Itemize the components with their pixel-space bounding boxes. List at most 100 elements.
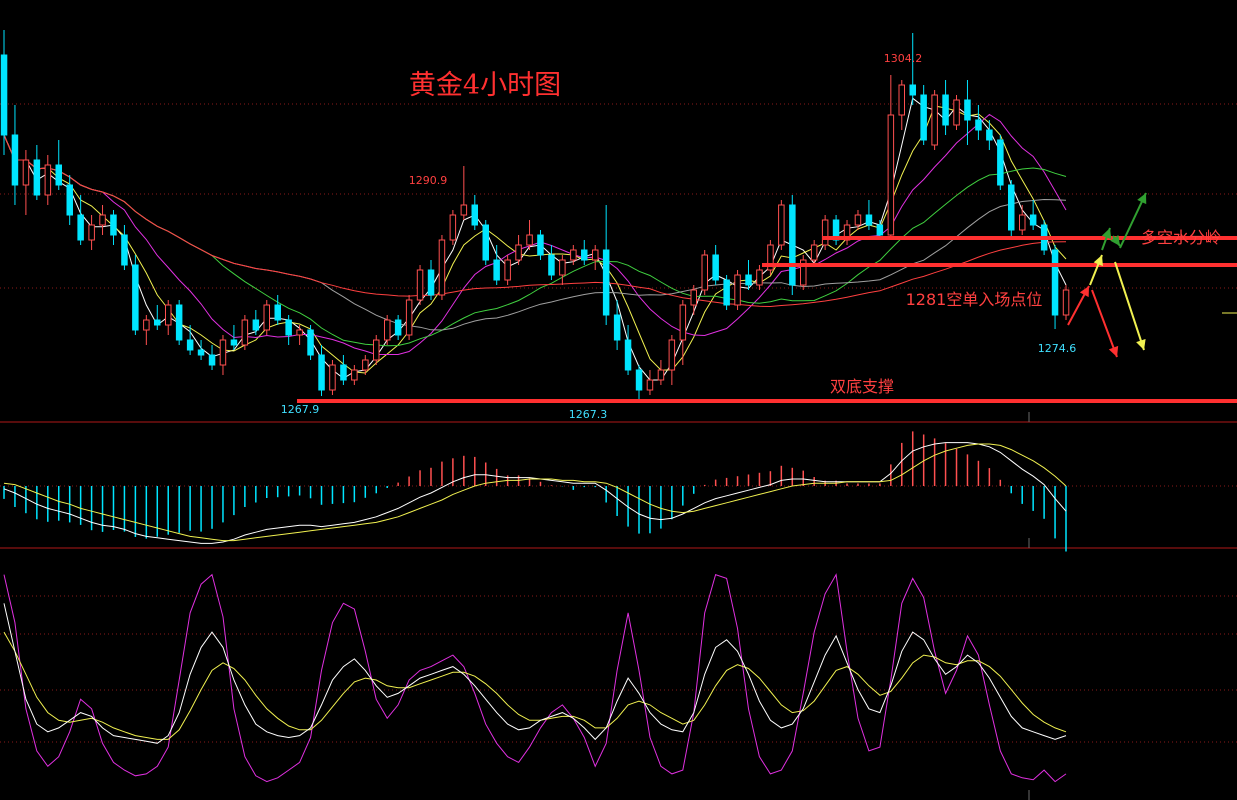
price-label-low-2: 1267.3 xyxy=(569,408,608,421)
candle xyxy=(778,200,785,250)
candle xyxy=(307,325,314,360)
candle-body xyxy=(876,224,884,236)
candle-body xyxy=(865,214,873,226)
candle-body xyxy=(559,259,566,276)
candle-body xyxy=(1019,214,1026,231)
candle xyxy=(701,250,708,295)
candle-body xyxy=(219,339,227,366)
candle-body xyxy=(230,339,238,346)
candle-body xyxy=(515,244,522,261)
candle-body xyxy=(121,234,128,266)
candle xyxy=(931,90,938,150)
candle-body xyxy=(778,204,785,246)
chart-title: 黄金4小时图 xyxy=(409,70,561,101)
candle xyxy=(734,270,741,310)
candle-body xyxy=(110,214,117,236)
candle-body xyxy=(898,84,905,116)
candle xyxy=(504,255,511,285)
candle-body xyxy=(821,219,829,246)
candle xyxy=(537,230,544,260)
candle xyxy=(175,300,183,345)
candle-body xyxy=(920,94,927,141)
candle-body xyxy=(745,274,752,286)
candle-body xyxy=(537,234,544,256)
candle-body xyxy=(416,269,424,301)
level-label-bull-bear: 多空水分岭 xyxy=(1141,228,1221,247)
candle-body xyxy=(646,379,654,391)
candle-body xyxy=(351,369,358,381)
candle xyxy=(416,265,424,305)
candle-body xyxy=(296,329,303,336)
candle-body xyxy=(734,274,741,306)
candle-body xyxy=(175,304,183,341)
candle-body xyxy=(701,254,708,291)
candle-body xyxy=(657,369,665,381)
candle-body xyxy=(0,54,8,136)
candle-body xyxy=(690,289,697,306)
candle-body xyxy=(241,319,249,346)
candle xyxy=(789,195,796,295)
candle-body xyxy=(964,99,971,121)
candle-body xyxy=(613,314,621,341)
candle-body xyxy=(132,264,139,331)
candle xyxy=(821,215,829,250)
candle-body xyxy=(931,94,938,146)
level-label-short-entry: 1281空单入场点位 xyxy=(906,290,1043,309)
candle-body xyxy=(712,254,719,281)
candle-body xyxy=(405,299,413,336)
price-label-mid-high: 1290.9 xyxy=(409,174,448,187)
candle-body xyxy=(362,359,369,371)
candle-body xyxy=(449,214,457,241)
candle-body xyxy=(154,319,161,326)
candle-body xyxy=(1051,249,1059,316)
candle-body xyxy=(33,159,41,196)
candle xyxy=(767,240,774,275)
candle xyxy=(438,235,446,300)
price-label-low-1: 1267.9 xyxy=(281,403,320,416)
candle-body xyxy=(624,339,632,371)
candle-body xyxy=(165,304,172,326)
level-label-double-bottom: 双底支撑 xyxy=(830,377,894,396)
candle xyxy=(263,300,270,335)
candle xyxy=(832,215,840,245)
candle xyxy=(723,275,730,310)
candle-body xyxy=(953,99,960,126)
candle xyxy=(953,95,960,130)
candle-body xyxy=(143,319,150,331)
gold-4h-chart: 黄金4小时图 1304.2 1290.9 1267.9 1267.3 1274.… xyxy=(0,0,1237,800)
candle-body xyxy=(526,234,533,246)
candle-body xyxy=(581,249,588,261)
candle-body xyxy=(460,204,468,216)
candle-body xyxy=(318,354,325,391)
candle-body xyxy=(427,269,435,296)
candle xyxy=(329,360,336,395)
candle-body xyxy=(22,159,30,186)
candle-body xyxy=(252,319,260,331)
candle-body xyxy=(1008,184,1015,231)
candle-body xyxy=(635,369,643,391)
candle-body xyxy=(854,214,862,226)
candle-body xyxy=(373,339,380,361)
candle-body xyxy=(679,304,687,341)
candle-body xyxy=(384,319,391,341)
candle-body xyxy=(208,354,216,366)
candle-body xyxy=(887,114,895,236)
price-label-recent-low: 1274.6 xyxy=(1038,342,1077,355)
candle-body xyxy=(55,164,62,186)
candle-body xyxy=(986,129,993,141)
candle-body xyxy=(77,214,84,241)
candle-body xyxy=(548,254,555,276)
price-label-high: 1304.2 xyxy=(884,52,923,65)
candle xyxy=(449,210,457,245)
candle-body xyxy=(394,319,402,336)
candle-body xyxy=(11,134,19,186)
candle-body xyxy=(197,349,205,356)
candle xyxy=(997,135,1004,190)
candle-body xyxy=(1029,214,1037,226)
candle-body xyxy=(66,184,73,216)
candle-body xyxy=(504,259,511,281)
candle-body xyxy=(810,244,818,261)
candle-body xyxy=(307,329,314,356)
candle-body xyxy=(329,364,336,391)
candle-body xyxy=(493,259,500,281)
